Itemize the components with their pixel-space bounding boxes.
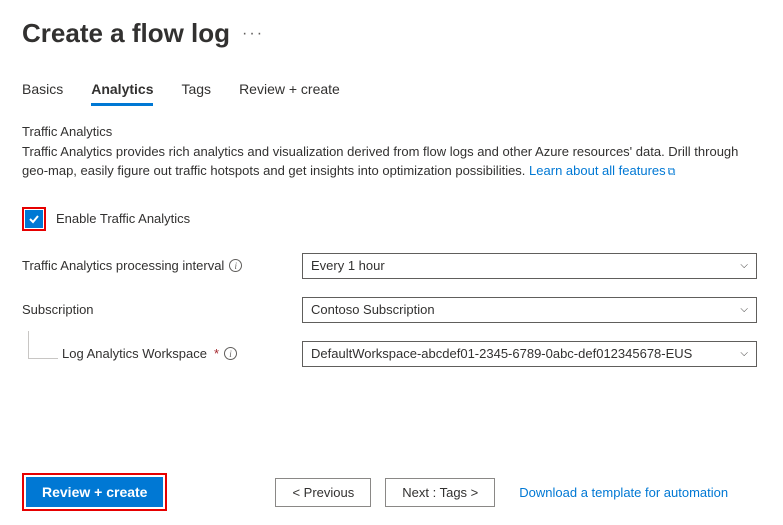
learn-all-features-link[interactable]: Learn about all features — [529, 163, 666, 178]
tab-tags[interactable]: Tags — [181, 81, 211, 106]
tree-connector — [28, 331, 58, 359]
tab-basics[interactable]: Basics — [22, 81, 63, 106]
section-description: Traffic Analytics provides rich analytic… — [22, 143, 761, 181]
processing-interval-label: Traffic Analytics processing interval i — [22, 258, 302, 273]
enable-traffic-analytics-row: Enable Traffic Analytics — [22, 207, 761, 231]
subscription-label: Subscription — [22, 302, 302, 317]
section-title: Traffic Analytics — [22, 124, 761, 139]
chevron-down-icon: ⌵ — [740, 304, 748, 315]
next-button[interactable]: Next : Tags > — [385, 478, 495, 507]
content-area: Traffic Analytics Traffic Analytics prov… — [0, 106, 783, 367]
label-text: Log Analytics Workspace — [62, 346, 207, 361]
highlight-border: Review + create — [22, 473, 167, 511]
highlight-border — [22, 207, 46, 231]
tab-review-create[interactable]: Review + create — [239, 81, 340, 106]
subscription-row: Subscription Contoso Subscription ⌵ — [22, 297, 761, 323]
page-header: Create a flow log ··· — [0, 0, 783, 59]
label-text: Subscription — [22, 302, 94, 317]
page-title: Create a flow log — [22, 18, 230, 49]
subscription-select[interactable]: Contoso Subscription ⌵ — [302, 297, 757, 323]
chevron-down-icon: ⌵ — [740, 260, 748, 271]
tab-analytics[interactable]: Analytics — [91, 81, 153, 106]
download-template-link[interactable]: Download a template for automation — [519, 485, 728, 500]
info-icon[interactable]: i — [224, 347, 237, 360]
workspace-select[interactable]: DefaultWorkspace-abcdef01-2345-6789-0abc… — [302, 341, 757, 367]
footer: Review + create < Previous Next : Tags >… — [22, 473, 761, 511]
checkbox-label: Enable Traffic Analytics — [56, 211, 190, 226]
more-icon[interactable]: ··· — [242, 25, 264, 43]
enable-traffic-analytics-checkbox[interactable] — [25, 210, 43, 228]
label-text: Traffic Analytics processing interval — [22, 258, 224, 273]
workspace-label: Log Analytics Workspace * i — [62, 346, 302, 361]
external-link-icon: ⧉ — [668, 166, 676, 178]
required-indicator: * — [214, 346, 219, 361]
info-icon[interactable]: i — [229, 259, 242, 272]
processing-interval-select[interactable]: Every 1 hour ⌵ — [302, 253, 757, 279]
chevron-down-icon: ⌵ — [740, 348, 748, 359]
check-icon — [28, 213, 40, 225]
workspace-row: Log Analytics Workspace * i DefaultWorksp… — [22, 341, 761, 367]
previous-button[interactable]: < Previous — [275, 478, 371, 507]
select-value: Every 1 hour — [311, 258, 385, 273]
review-create-button[interactable]: Review + create — [26, 477, 163, 507]
select-value: Contoso Subscription — [311, 302, 435, 317]
processing-interval-row: Traffic Analytics processing interval i … — [22, 253, 761, 279]
select-value: DefaultWorkspace-abcdef01-2345-6789-0abc… — [311, 346, 692, 361]
tabs: Basics Analytics Tags Review + create — [0, 59, 783, 106]
